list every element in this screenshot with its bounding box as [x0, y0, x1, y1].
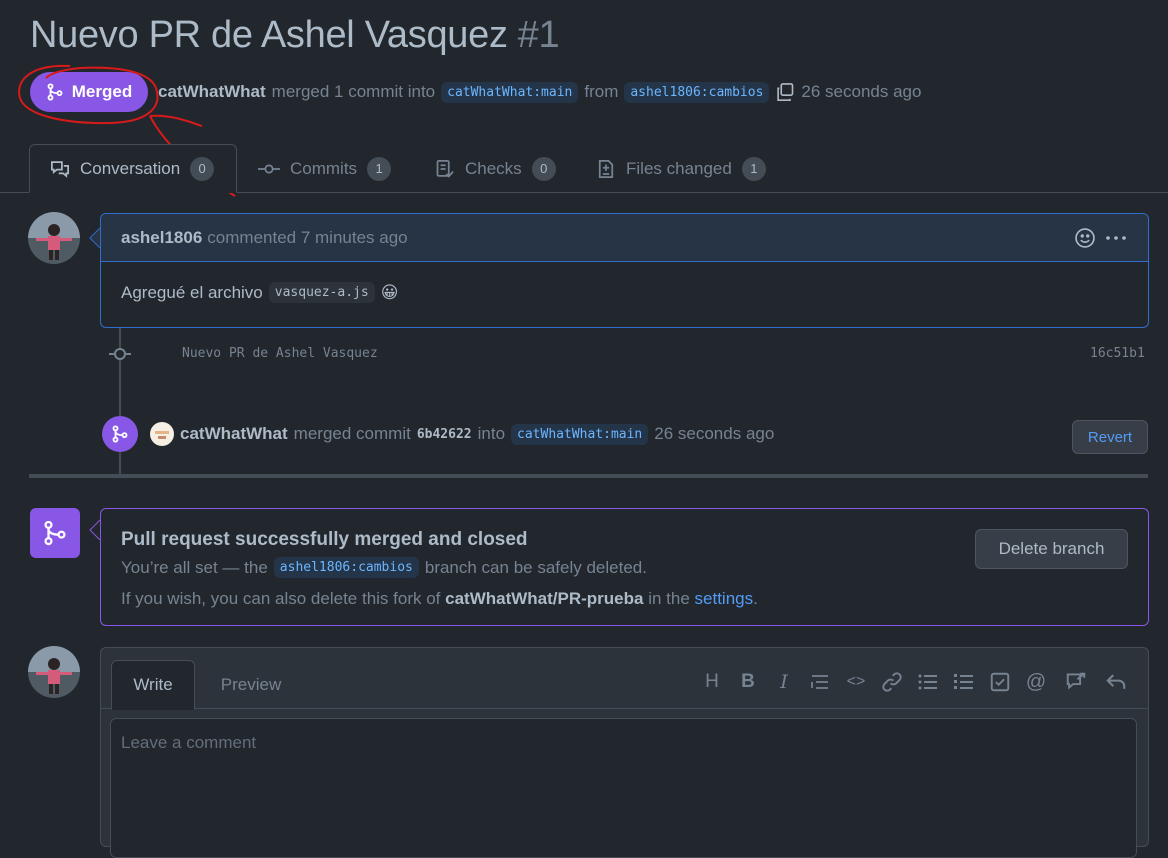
- tab-counter: 1: [367, 156, 392, 181]
- comment-textarea[interactable]: Leave a comment: [110, 718, 1137, 858]
- reply-icon[interactable]: [1104, 670, 1128, 694]
- tab-label: Conversation: [80, 158, 181, 178]
- merged-box-title: Pull request successfully merged and clo…: [121, 529, 528, 550]
- tab-commits[interactable]: Commits 1: [238, 144, 411, 193]
- commit-message[interactable]: Nuevo PR de Ashel Vasquez: [182, 346, 378, 361]
- quote-icon[interactable]: [808, 670, 832, 694]
- ordered-list-icon[interactable]: [952, 670, 976, 694]
- kebab-menu-icon[interactable]: [1104, 227, 1128, 249]
- unordered-list-icon[interactable]: [916, 670, 940, 694]
- tab-files-changed[interactable]: Files changed 1: [576, 144, 786, 193]
- merged-box-line2: If you wish, you can also delete this fo…: [121, 589, 758, 609]
- pr-time: 26 seconds ago: [801, 82, 922, 101]
- merged-box-branch[interactable]: ashel1806:cambios: [273, 557, 419, 578]
- task-list-icon[interactable]: [988, 670, 1012, 694]
- merge-commit-sha[interactable]: 6b42622: [417, 427, 472, 442]
- tab-label: Checks: [465, 158, 522, 178]
- tab-counter: 0: [190, 156, 215, 181]
- comment-box: ashel1806 commented 7 minutes ago Agregu…: [100, 213, 1149, 328]
- git-merge-icon: [44, 520, 66, 546]
- merged-box-line1-pre: You’re all set — the: [121, 557, 268, 577]
- code-icon[interactable]: <>: [844, 670, 868, 694]
- comment-header: ashel1806 commented 7 minutes ago: [101, 214, 1148, 262]
- copy-icon[interactable]: [775, 82, 795, 102]
- merge-event-branch[interactable]: catWhatWhat:main: [511, 423, 649, 445]
- timeline-divider: [29, 474, 1148, 478]
- revert-button[interactable]: Revert: [1072, 420, 1148, 454]
- pr-number: #1: [517, 14, 560, 56]
- comment-discussion-icon: [51, 160, 69, 178]
- merged-box-line2-mid: in the: [648, 589, 690, 608]
- pr-from-text: from: [584, 82, 619, 101]
- pr-meta: catWhatWhat merged 1 commit into catWhat…: [158, 78, 921, 106]
- commit-sha[interactable]: 16c51b1: [1090, 346, 1145, 361]
- tab-counter: 0: [531, 156, 556, 181]
- tab-label: Commits: [290, 158, 358, 178]
- merge-event-user[interactable]: catWhatWhat: [180, 424, 288, 444]
- tab-preview[interactable]: Preview: [201, 660, 301, 710]
- avatar[interactable]: [28, 212, 80, 264]
- checklist-icon: [436, 159, 454, 178]
- comment-emoji: 😀: [380, 282, 399, 302]
- pr-author[interactable]: catWhatWhat: [158, 82, 266, 102]
- comment-body: Agregué el archivo vasquez-a.js 😀: [101, 262, 1148, 323]
- mention-icon[interactable]: @: [1024, 670, 1048, 694]
- delete-branch-button[interactable]: Delete branch: [975, 529, 1128, 569]
- avatar[interactable]: [150, 422, 174, 446]
- italic-icon[interactable]: I: [772, 670, 796, 694]
- repo-name[interactable]: catWhatWhat/PR-prueba: [445, 589, 643, 608]
- git-merge-icon: [112, 425, 128, 443]
- git-commit-icon: [258, 163, 280, 174]
- comment-author[interactable]: ashel1806: [121, 228, 202, 248]
- merged-status-box: Pull request successfully merged and clo…: [100, 508, 1149, 626]
- tab-conversation[interactable]: Conversation 0: [29, 144, 237, 193]
- pr-merge-text: merged 1 commit into: [271, 82, 436, 101]
- base-branch[interactable]: catWhatWhat:main: [441, 81, 579, 103]
- bold-icon[interactable]: B: [736, 670, 760, 694]
- smiley-icon[interactable]: [1074, 227, 1096, 249]
- commit-node-icon: [109, 348, 131, 360]
- tab-checks[interactable]: Checks 0: [415, 144, 576, 193]
- merged-box-line2-end: .: [753, 589, 758, 608]
- merge-event: catWhatWhat merged commit 6b42622 into c…: [150, 420, 774, 448]
- heading-icon[interactable]: H: [700, 670, 724, 694]
- avatar[interactable]: [28, 646, 80, 698]
- merged-box-line2-pre: If you wish, you can also delete this fo…: [121, 589, 441, 608]
- comment-placeholder: Leave a comment: [121, 733, 257, 752]
- file-diff-icon: [598, 159, 614, 178]
- merged-box-line1-post: branch can be safely deleted.: [424, 557, 647, 577]
- settings-link[interactable]: settings: [695, 589, 754, 608]
- tab-label: Files changed: [626, 158, 732, 178]
- comment-file-code: vasquez-a.js: [268, 282, 375, 303]
- merged-box-line1: You’re all set — the ashel1806:cambios b…: [121, 557, 647, 578]
- comment-action: commented 7 minutes ago: [207, 227, 408, 247]
- merge-event-time: 26 seconds ago: [654, 424, 775, 443]
- head-branch[interactable]: ashel1806:cambios: [624, 81, 770, 103]
- tab-counter: 1: [741, 156, 766, 181]
- merge-event-badge: [102, 416, 138, 452]
- comment-text: Agregué el archivo: [121, 282, 263, 302]
- reference-icon[interactable]: [1064, 670, 1088, 694]
- tab-write[interactable]: Write: [111, 660, 195, 710]
- merge-event-into: into: [477, 424, 506, 443]
- link-icon[interactable]: [880, 670, 904, 694]
- merged-status-icon-box: [30, 508, 80, 558]
- merge-event-text: merged commit: [293, 424, 411, 443]
